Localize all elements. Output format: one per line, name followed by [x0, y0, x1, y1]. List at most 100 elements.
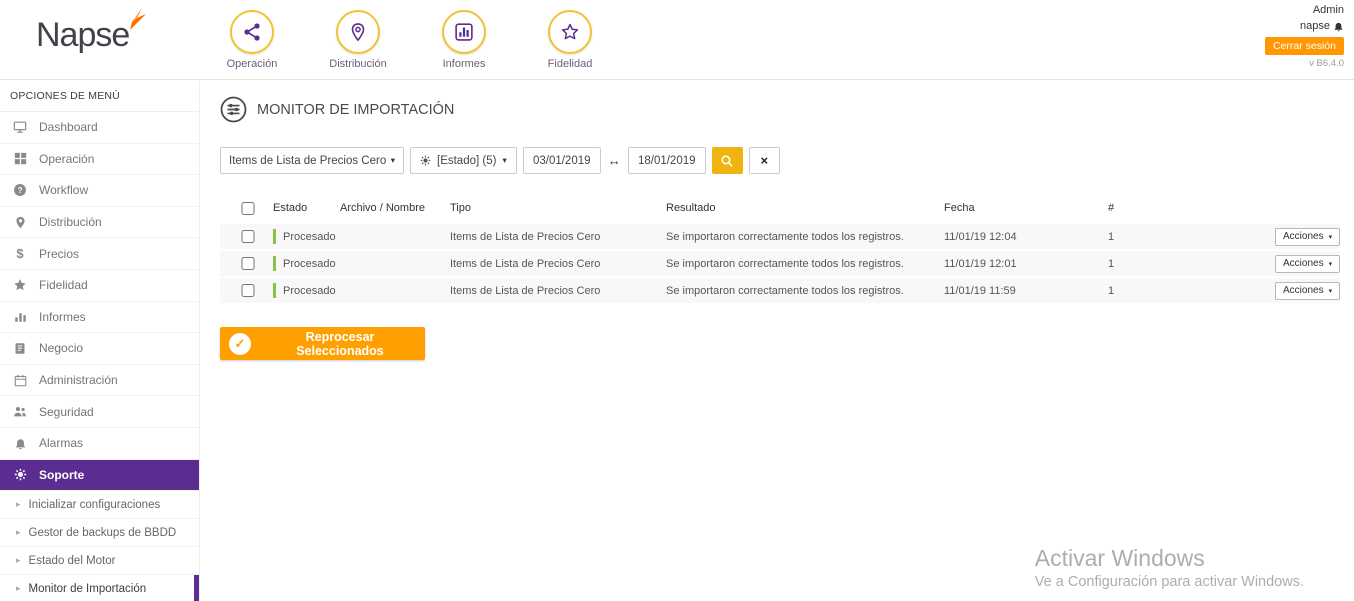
user-box: Admin napse Cerrar sesión v B6.4.0 — [1265, 3, 1344, 71]
svg-text:?: ? — [17, 185, 22, 195]
sidebar-item-operacion[interactable]: Operación — [0, 144, 199, 176]
sidebar-subitem-label: Monitor de Importación — [29, 583, 147, 595]
cell-resultado: Se importaron correctamente todos los re… — [666, 285, 944, 297]
column-header-resultado: Resultado — [666, 202, 944, 214]
sidebar-item-informes[interactable]: Informes — [0, 302, 199, 334]
sidebar-item-label: Seguridad — [39, 405, 94, 419]
acciones-button[interactable]: Acciones▾ — [1275, 255, 1340, 273]
bar-chart-icon — [442, 10, 486, 54]
import-type-value: Items de Lista de Precios Cero — [229, 155, 386, 167]
map-pin-icon — [12, 216, 28, 229]
caret-down-icon: ▾ — [1329, 287, 1333, 295]
dollar-icon: $ — [12, 246, 28, 261]
estado-filter-label: [Estado] (5) — [437, 155, 496, 167]
ledger-icon — [12, 342, 28, 355]
sidebar-item-administracion[interactable]: Administración — [0, 365, 199, 397]
sidebar-item-label: Negocio — [39, 341, 83, 355]
search-button[interactable] — [712, 147, 743, 174]
module-distribucion[interactable]: Distribución — [328, 10, 388, 70]
column-header-archivo: Archivo / Nombre — [340, 202, 450, 214]
bell-icon — [12, 437, 28, 450]
network-icon — [230, 10, 274, 54]
select-all-checkbox[interactable] — [223, 202, 273, 215]
cell-num: 1 — [1108, 285, 1275, 297]
reprocess-selected-button[interactable]: ✓ Reprocesar Seleccionados — [220, 327, 425, 360]
date-to-input[interactable] — [628, 147, 706, 174]
sidebar-item-seguridad[interactable]: Seguridad — [0, 396, 199, 428]
sidebar-item-label: Precios — [39, 247, 79, 261]
sidebar-item-alarmas[interactable]: Alarmas — [0, 428, 199, 460]
cell-resultado: Se importaron correctamente todos los re… — [666, 231, 944, 243]
star-icon — [548, 10, 592, 54]
cell-estado: Procesado — [283, 231, 336, 243]
chevron-right-icon: ▸ — [16, 527, 21, 538]
sidebar-subitem-inicializar-configuraciones[interactable]: ▸ Inicializar configuraciones — [0, 491, 199, 519]
page-title-text: MONITOR DE IMPORTACIÓN — [257, 102, 454, 118]
sidebar-subitem-monitor-importacion[interactable]: ▸ Monitor de Importación — [0, 575, 199, 601]
caret-down-icon: ▾ — [502, 155, 506, 166]
sidebar-item-label: Fidelidad — [39, 278, 88, 292]
module-nav: Operación Distribución Informes Fidelida… — [222, 0, 600, 70]
bell-icon[interactable] — [1333, 21, 1344, 32]
sidebar-item-label: Workflow — [39, 183, 88, 197]
row-checkbox[interactable] — [223, 284, 273, 297]
sidebar-item-dashboard[interactable]: Dashboard — [0, 112, 199, 144]
users-icon — [12, 405, 28, 418]
sidebar-item-precios[interactable]: $ Precios — [0, 238, 199, 270]
cell-tipo: Items de Lista de Precios Cero — [450, 285, 666, 297]
module-informes[interactable]: Informes — [434, 10, 494, 70]
star-icon — [12, 278, 28, 292]
map-pin-icon — [336, 10, 380, 54]
logout-button[interactable]: Cerrar sesión — [1265, 37, 1344, 55]
table-row: Procesado Items de Lista de Precios Cero… — [220, 224, 1340, 251]
sidebar-item-label: Dashboard — [39, 120, 98, 134]
sidebar-item-fidelidad[interactable]: Fidelidad — [0, 270, 199, 302]
column-header-fecha: Fecha — [944, 202, 1108, 214]
row-checkbox[interactable] — [223, 257, 273, 270]
reprocess-label: Reprocesar Seleccionados — [264, 330, 416, 358]
chevron-right-icon: ▸ — [16, 555, 21, 566]
cell-estado: Procesado — [283, 285, 336, 297]
import-type-select[interactable]: Items de Lista de Precios Cero ▾ — [220, 147, 404, 174]
clear-filters-button[interactable]: × — [749, 147, 780, 174]
column-header-estado: Estado — [273, 202, 340, 214]
module-fidelidad[interactable]: Fidelidad — [540, 10, 600, 70]
sidebar-item-negocio[interactable]: Negocio — [0, 333, 199, 365]
estado-filter-button[interactable]: [Estado] (5) ▾ — [410, 147, 517, 174]
sidebar-item-label: Soporte — [39, 468, 84, 482]
cell-resultado: Se importaron correctamente todos los re… — [666, 258, 944, 270]
sidebar-subitem-estado-motor[interactable]: ▸ Estado del Motor — [0, 547, 199, 575]
caret-down-icon: ▾ — [1329, 233, 1333, 241]
cell-tipo: Items de Lista de Precios Cero — [450, 258, 666, 270]
chevron-right-icon: ▸ — [16, 499, 21, 510]
windows-activation-watermark: Activar Windows Ve a Configuración para … — [1035, 545, 1304, 590]
napse-logo[interactable]: Napse — [0, 0, 200, 55]
sidebar-item-soporte[interactable]: Soporte — [0, 460, 199, 492]
date-from-input[interactable] — [523, 147, 601, 174]
row-checkbox[interactable] — [223, 230, 273, 243]
sidebar-item-workflow[interactable]: ? Workflow — [0, 175, 199, 207]
chevron-right-icon: ▸ — [16, 583, 21, 594]
sidebar-item-distribucion[interactable]: Distribución — [0, 207, 199, 239]
sidebar: OPCIONES DE MENÚ Dashboard Operación ? W… — [0, 81, 200, 601]
acciones-button[interactable]: Acciones▾ — [1275, 282, 1340, 300]
logo-text: Napse — [36, 16, 129, 54]
module-label: Operación — [227, 58, 278, 70]
sidebar-item-label: Administración — [39, 373, 118, 387]
cell-fecha: 11/01/19 11:59 — [944, 285, 1108, 297]
filter-sliders-icon — [220, 96, 247, 123]
question-circle-icon: ? — [12, 183, 28, 197]
caret-down-icon: ▾ — [1329, 260, 1333, 268]
cell-tipo: Items de Lista de Precios Cero — [450, 231, 666, 243]
acciones-button[interactable]: Acciones▾ — [1275, 228, 1340, 246]
cell-fecha: 11/01/19 12:01 — [944, 258, 1108, 270]
module-operacion[interactable]: Operación — [222, 10, 282, 70]
bar-chart-icon — [12, 310, 28, 323]
sidebar-subitem-label: Inicializar configuraciones — [29, 499, 161, 511]
sidebar-item-label: Alarmas — [39, 436, 83, 450]
sidebar-item-label: Operación — [39, 152, 94, 166]
calendar-icon — [12, 374, 28, 387]
sidebar-subitem-gestor-backups[interactable]: ▸ Gestor de backups de BBDD — [0, 519, 199, 547]
table-row: Procesado Items de Lista de Precios Cero… — [220, 278, 1340, 305]
module-label: Distribución — [329, 58, 386, 70]
